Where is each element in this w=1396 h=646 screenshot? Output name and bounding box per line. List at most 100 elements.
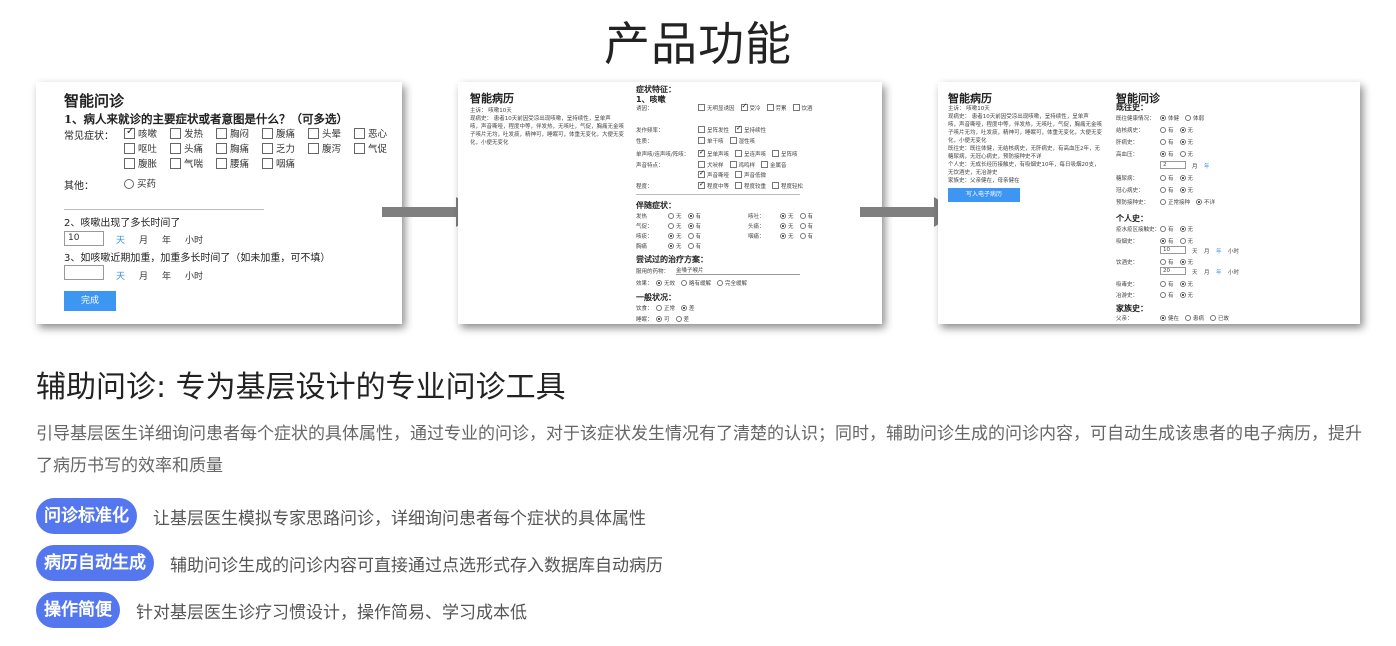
option-checkbox[interactable]: 呈持续性 [735, 124, 766, 134]
option-radio[interactable]: 健在 [1160, 315, 1179, 322]
option-checkbox[interactable]: 呈阵咳 [772, 150, 798, 158]
option-radio[interactable]: 有 [1160, 151, 1174, 158]
option-checkbox[interactable]: 单干咳 [698, 137, 724, 145]
option-radio[interactable]: 无 [1179, 127, 1193, 134]
option-radio[interactable]: 无 [1179, 175, 1193, 182]
option-radio[interactable]: 有 [1160, 175, 1174, 182]
option-checkbox[interactable]: 劳累 [766, 104, 787, 112]
duration-input[interactable]: 10 [64, 231, 104, 246]
option-checkbox[interactable]: 受冷 [740, 102, 761, 112]
symptom-呕吐[interactable]: 呕吐 [124, 141, 157, 155]
option-radio[interactable]: 无 [1179, 259, 1193, 266]
option-checkbox[interactable]: 饮酒 [792, 104, 813, 112]
unit-年[interactable]: 年 [162, 272, 171, 282]
option-radio[interactable]: 无 [780, 223, 794, 230]
symptom-腹泻[interactable]: 腹泻 [308, 141, 341, 155]
symptom-气促[interactable]: 气促 [354, 141, 387, 155]
number-input[interactable]: 10 [1160, 246, 1186, 254]
option-radio[interactable]: 正常 [656, 305, 675, 312]
option-radio[interactable]: 体弱 [1185, 115, 1204, 122]
option-radio[interactable]: 无 [780, 233, 794, 240]
unit-小时[interactable]: 小时 [185, 236, 203, 246]
unit-月[interactable]: 月 [139, 236, 148, 246]
option-radio[interactable]: 有 [799, 213, 813, 220]
option-checkbox[interactable]: 程度轻松 [772, 182, 803, 190]
option-checkbox[interactable]: 湿性咳 [729, 137, 755, 145]
symptom-胸痛[interactable]: 胸痛 [216, 141, 249, 155]
option-checkbox[interactable]: 程度较重 [735, 182, 766, 190]
option-radio[interactable]: 有 [799, 223, 813, 230]
option-checkbox[interactable]: 声音嘶哑 [698, 169, 729, 179]
symptom-发热[interactable]: 发热 [170, 126, 203, 140]
option-radio[interactable]: 有 [687, 233, 701, 240]
symptom-腹痛[interactable]: 腹痛 [262, 126, 295, 140]
write-record-button[interactable]: 写入电子病历 [948, 188, 1020, 202]
symptom-腰痛[interactable]: 腰痛 [216, 156, 249, 170]
option-radio[interactable]: 无 [668, 223, 682, 230]
drug-input[interactable]: 金嗓子喉片 [676, 266, 800, 275]
option-radio[interactable]: 有 [1160, 226, 1174, 233]
option-radio[interactable]: 差 [681, 305, 695, 312]
option-checkbox[interactable]: 呈阵发性 [698, 126, 729, 134]
unit-年[interactable]: 年 [1216, 247, 1222, 255]
option-radio[interactable]: 体健 [1160, 115, 1179, 122]
option-radio[interactable]: 略有缓解 [681, 280, 711, 287]
option-radio[interactable]: 可 [656, 316, 670, 323]
unit-小时[interactable]: 小时 [1228, 268, 1239, 276]
number-input[interactable]: 20 [1160, 267, 1186, 275]
option-radio[interactable]: 无 [1179, 238, 1193, 245]
option-radio[interactable]: 有 [1160, 127, 1174, 134]
option-checkbox[interactable]: 程度中等 [698, 180, 729, 190]
option-radio[interactable]: 无 [780, 213, 794, 220]
option-radio[interactable]: 有 [1160, 187, 1174, 194]
option-radio[interactable]: 无效 [656, 280, 675, 287]
option-checkbox[interactable]: 无明显诱因 [698, 104, 735, 112]
unit-天[interactable]: 天 [116, 272, 125, 282]
symptom-胸闷[interactable]: 胸闷 [216, 126, 249, 140]
unit-天[interactable]: 天 [116, 236, 125, 246]
option-radio[interactable]: 无 [1179, 187, 1193, 194]
option-checkbox[interactable]: 鸡鸣样 [729, 161, 755, 169]
option-radio[interactable]: 有 [1160, 281, 1174, 288]
option-radio[interactable]: 无 [1179, 151, 1193, 158]
unit-年[interactable]: 年 [1204, 162, 1210, 170]
option-radio[interactable]: 完全缓解 [717, 280, 747, 287]
unit-月[interactable]: 月 [1204, 247, 1210, 255]
other-option-buy-medicine[interactable]: 买药 [124, 176, 156, 190]
symptom-咽痛[interactable]: 咽痛 [262, 156, 295, 170]
unit-天[interactable]: 天 [1192, 247, 1198, 255]
unit-年[interactable]: 年 [162, 236, 171, 246]
option-radio[interactable]: 无 [1179, 139, 1193, 146]
option-radio[interactable]: 有 [1160, 238, 1174, 245]
symptom-腹胀[interactable]: 腹胀 [124, 156, 157, 170]
option-radio[interactable]: 不详 [1196, 199, 1215, 206]
unit-小时[interactable]: 小时 [185, 272, 203, 282]
symptom-头痛[interactable]: 头痛 [170, 141, 203, 155]
unit-月[interactable]: 月 [1192, 162, 1198, 170]
option-radio[interactable]: 有 [1160, 139, 1174, 146]
option-checkbox[interactable]: 金属音 [761, 161, 787, 169]
number-input[interactable]: 2 [1160, 161, 1186, 169]
option-radio[interactable]: 无 [668, 243, 682, 250]
option-radio[interactable]: 正常接种 [1160, 199, 1190, 206]
option-radio[interactable]: 有 [1160, 259, 1174, 266]
symptom-恶心[interactable]: 恶心 [354, 126, 387, 140]
option-radio[interactable]: 有 [687, 213, 701, 220]
option-radio[interactable]: 无 [668, 233, 682, 240]
option-radio[interactable]: 差 [675, 316, 689, 323]
worsening-duration-input[interactable] [64, 265, 104, 280]
done-button[interactable]: 完成 [64, 291, 116, 311]
unit-小时[interactable]: 小时 [1228, 247, 1239, 255]
symptom-咳嗽[interactable]: 咳嗽 [124, 126, 157, 140]
option-checkbox[interactable]: 呈单声咳 [698, 148, 729, 158]
option-checkbox[interactable]: 呈连声咳 [735, 150, 766, 158]
symptom-气喘[interactable]: 气喘 [170, 156, 203, 170]
option-radio[interactable]: 有 [687, 243, 701, 250]
unit-月[interactable]: 月 [139, 272, 148, 282]
option-radio[interactable]: 已故 [1210, 315, 1229, 322]
option-radio[interactable]: 有 [687, 223, 701, 230]
option-radio[interactable]: 无 [1179, 281, 1193, 288]
option-radio[interactable]: 有 [799, 233, 813, 240]
option-checkbox[interactable]: 声音低微 [735, 171, 766, 179]
unit-月[interactable]: 月 [1204, 268, 1210, 276]
